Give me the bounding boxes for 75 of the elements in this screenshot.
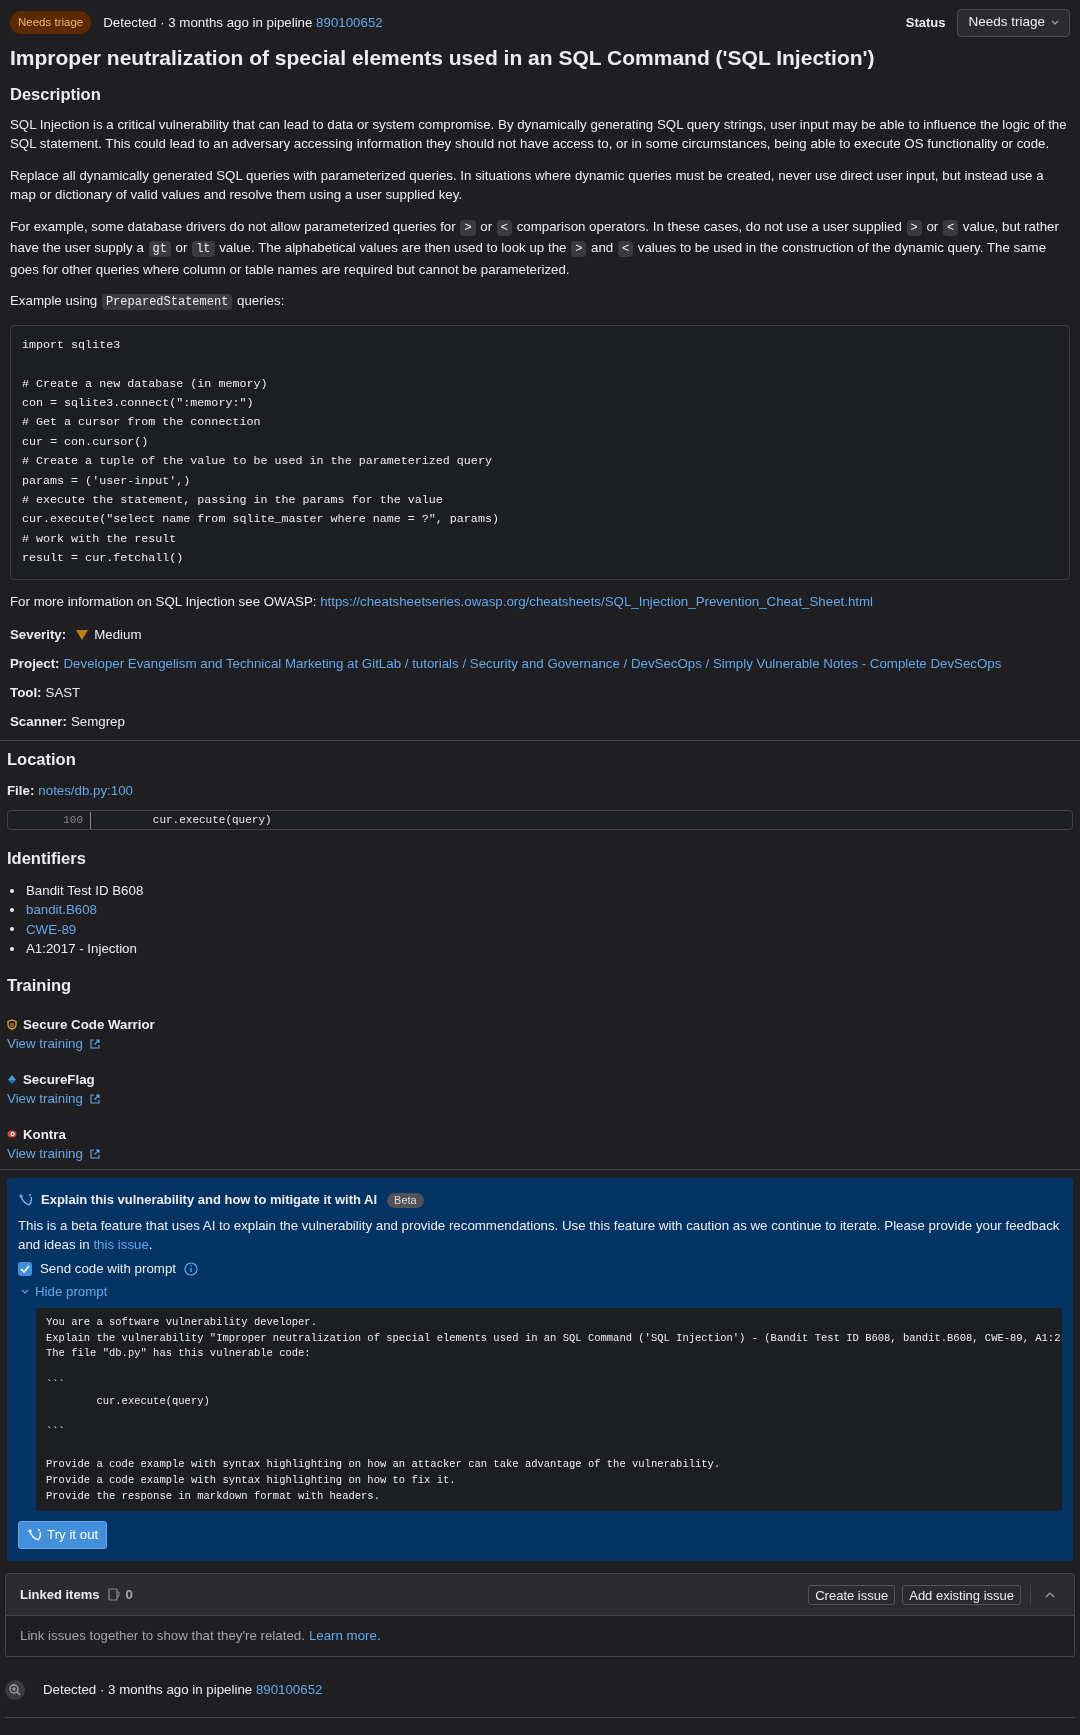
identifier-text: A1:2017 - Injection [26, 939, 137, 958]
detected-text: Detected · 3 months ago in pipeline 890100652 [43, 1681, 323, 1700]
checkbox-label: Send code with prompt [40, 1259, 176, 1278]
project-link[interactable]: Developer Evangelism and Technical Marketing at GitLab / tutorials / Security and Governance / DevSecOps / Simply Vulnerable Notes - Complete DevSecOps [63, 653, 1002, 674]
action-button[interactable]: Create issue [808, 1584, 896, 1605]
external-link-icon [89, 1148, 100, 1159]
line-number: 100 [8, 812, 91, 829]
action-button[interactable]: Add existing issue [902, 1584, 1021, 1605]
file-link[interactable]: notes/db.py:100 [38, 781, 133, 802]
paragraph: SQL Injection is a critical vulnerability that can lead to data or system compromise. By dynamically generating SQL query strings, user input may be able to influence the logic of the SQL statement. This could lead to an adversary accessing information they should not have access to, or in some circumstances, being able to execute OS functionality or code. [10, 115, 1068, 154]
pipeline-link[interactable]: 890100652 [316, 14, 383, 30]
section-heading: Identifiers [7, 848, 87, 870]
field-value: Semgrep [70, 712, 125, 731]
link[interactable]: Learn more. [308, 1626, 381, 1647]
panel-title: Explain this vulnerability and how to mitigate it with AI [41, 1191, 378, 1210]
code-block: import sqlite3 # Create a new database (in memory) con = sqlite3.connect(":memory:") # Get a cursor from the connection cur = con.cursor() # Create a tuple of the value to be used in the parameterized query params = ('user-input',) # execute the statement, passing in the params for the value cur.execute("select name from sqlite_master where name = ?", params) # work with the result result = cur.fetchall() [10, 324, 1070, 580]
page-title: Improper neutralization of special elements used in an SQL Command ('SQL Injection') [10, 45, 876, 71]
identifier-link[interactable]: CWE-89 [26, 919, 77, 940]
field-value: Medium [94, 625, 142, 644]
prompt-text: You are a software vulnerability developer. Explain the vulnerability "Improper neutralization of special elements used in an SQL Command ('SQL Injection') - (Bandit Test ID B608, bandit.B608, CWE-89, A1:2 The file "db.py" has this vulnerable code: ``` cur.execute(query) ``` Provide a code example with syntax highlighting on how an attacker can take advantage of the vulnerability. Provide a code example with syntax highlighting on how to fix it. Provide the response in markdown format with headers. [36, 1307, 1062, 1512]
issues-icon [108, 1588, 121, 1602]
triangle-down-icon [76, 629, 89, 640]
identifier-link[interactable]: bandit.B608 [26, 900, 97, 921]
section-heading: Description [10, 84, 102, 105]
status-badge: Needs triage [10, 10, 92, 35]
info-icon [184, 1261, 198, 1276]
section-heading: Training [7, 974, 73, 996]
link[interactable]: https://cheatsheetseries.owasp.org/cheatsheets/SQL_Injection_Prevention_Cheat_Sheet.html [320, 593, 874, 609]
view-training-link[interactable]: View training [7, 1089, 100, 1109]
pipeline-link[interactable]: 890100652 [255, 1682, 323, 1698]
external-link-icon [89, 1038, 100, 1049]
hide-prompt-toggle[interactable]: Hide prompt [21, 1279, 108, 1304]
provider-name: Secure Code Warrior [23, 1015, 155, 1034]
paragraph: For more information on SQL Injection see OWASP: https://cheatsheetseries.owasp.org/cheatsheets/SQL_Injection_Prevention_Cheat_Sheet.html [10, 592, 875, 611]
paragraph: Example using PreparedStatement queries: [10, 292, 286, 313]
chevron-down-icon [21, 1287, 29, 1296]
field-label: Severity: [10, 625, 67, 644]
provider-name: SecureFlag [23, 1070, 95, 1089]
section-heading: Location [7, 748, 77, 770]
view-training-link[interactable]: View training [7, 1144, 100, 1164]
field-label: Project: [10, 654, 60, 673]
chevron-up-icon [1045, 1591, 1055, 1598]
beta-badge: Beta [387, 1192, 424, 1208]
field-label: File: [7, 782, 35, 801]
paragraph: Link issues together to show that they're related. Learn more. [6, 1616, 1074, 1657]
field-label: Tool: [10, 683, 42, 702]
detected-text: Detected · 3 months ago in pipeline 890100652 [103, 13, 383, 32]
status-label: Status [905, 13, 946, 32]
bullet [10, 946, 14, 951]
chevron-down-icon [1051, 19, 1059, 26]
sparkle-icon [18, 1193, 33, 1207]
magnifier-icon [5, 1680, 25, 1701]
status-dropdown[interactable]: Needs triage [957, 8, 1070, 37]
check-icon [20, 1264, 30, 1273]
sparkle-icon [27, 1528, 42, 1542]
provider-name: Kontra [23, 1125, 66, 1144]
card-title: Linked items [20, 1586, 100, 1605]
paragraph: This is a beta feature that uses AI to explain the vulnerability and provide recommendations. Use this feature with caution as we continue to iterate. Please provide your feedback and ideas in this issue. [18, 1216, 1061, 1254]
checkbox[interactable] [18, 1261, 32, 1276]
identifier-text: Bandit Test ID B608 [26, 881, 144, 900]
view-training-link[interactable]: View training [7, 1034, 100, 1054]
bullet [10, 908, 14, 913]
bullet [10, 888, 14, 893]
flag-icon [7, 1074, 17, 1086]
link[interactable]: this issue [93, 1236, 149, 1252]
bullet [10, 927, 14, 932]
try-it-out-button[interactable]: Try it out [18, 1521, 108, 1550]
paragraph: For example, some database drivers do not allow parameterized queries for > or < comparison operators. In these cases, do not use a user supplied > or < value, but rather have the user supply a gt or lt value. The alphabetical values are then used to look up the > and < values to be used in the construction of the dynamic query. The same goes for other queries where column or table names are required but cannot be parameterized. [10, 217, 1060, 279]
count: 0 [125, 1585, 133, 1604]
field-label: Scanner: [10, 712, 67, 731]
shield-icon [7, 1019, 17, 1031]
field-value: SAST [45, 683, 81, 702]
code-text: cur.execute(query) [151, 813, 272, 828]
paragraph: Replace all dynamically generated SQL queries with parameterized queries. In situations where dynamic queries must be created, never use direct user input, but instead use a map or dictionary of valid values and resolve them using a user supplied key. [10, 166, 1045, 205]
external-link-icon [89, 1093, 100, 1104]
